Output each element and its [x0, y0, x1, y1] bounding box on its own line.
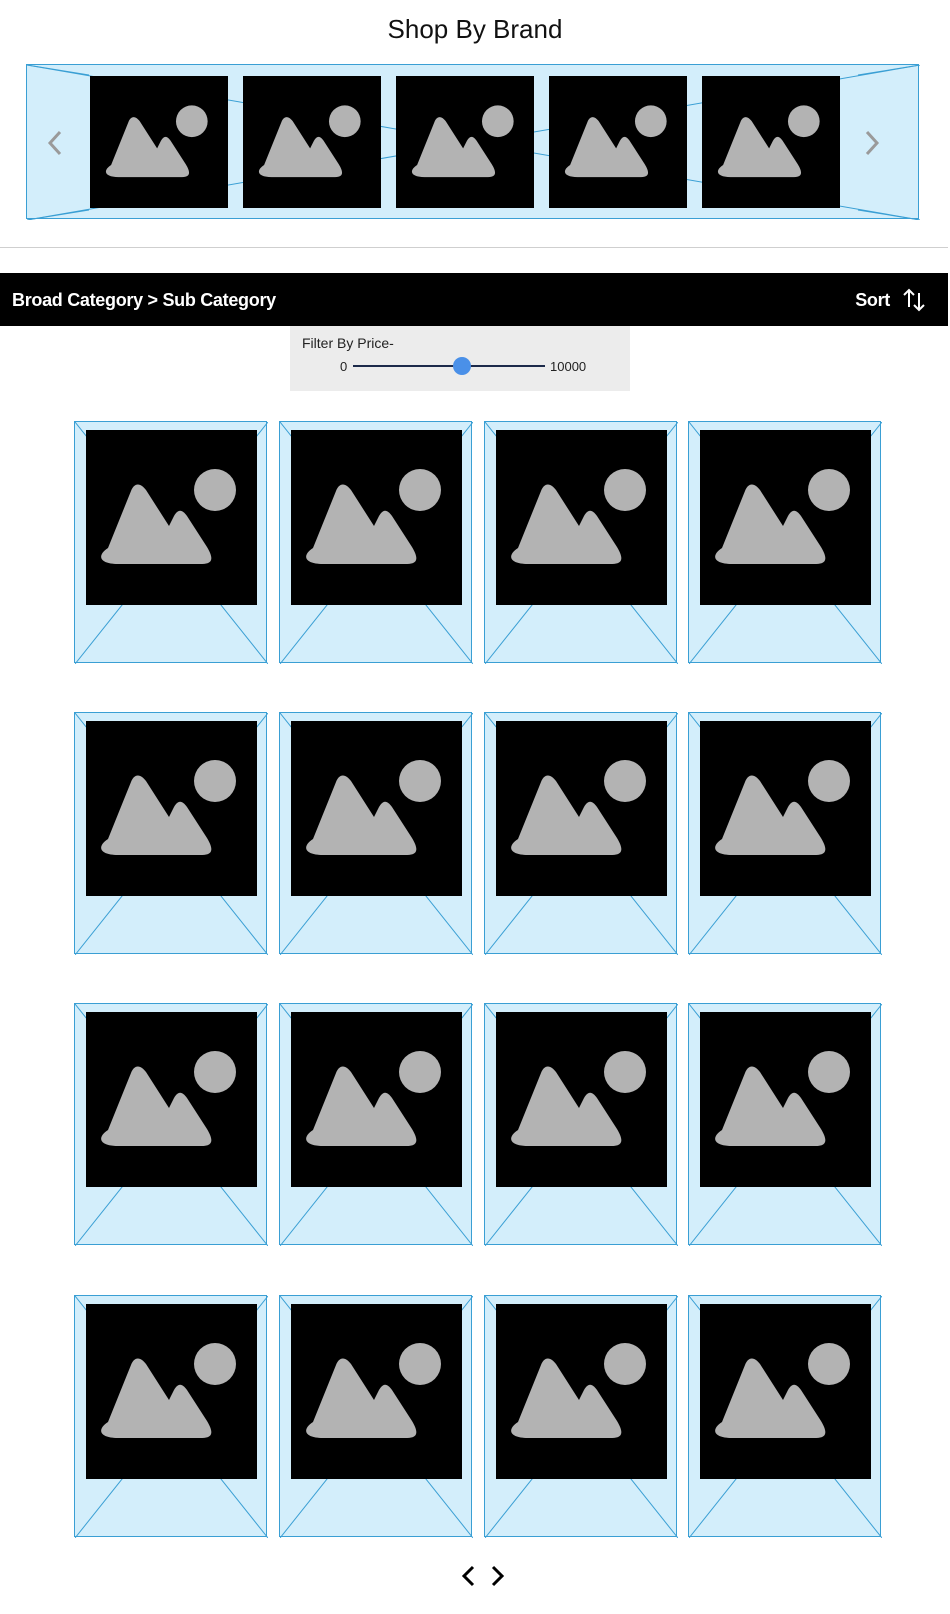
product-card[interactable] [484, 1295, 678, 1538]
sort-arrows-icon [903, 288, 925, 312]
product-image [86, 721, 257, 896]
product-card[interactable] [74, 1003, 268, 1246]
image-placeholder-icon [101, 469, 236, 564]
brand-carousel [26, 64, 920, 220]
product-image [291, 1304, 462, 1479]
product-card[interactable] [484, 421, 678, 664]
brand-logo[interactable] [90, 76, 228, 208]
image-placeholder-icon [511, 760, 646, 855]
product-image [86, 430, 257, 605]
image-placeholder-icon [715, 1343, 850, 1438]
image-placeholder-icon [511, 469, 646, 564]
price-slider-thumb[interactable] [453, 357, 472, 375]
product-image [291, 430, 462, 605]
product-card[interactable] [688, 712, 882, 955]
product-image [291, 721, 462, 896]
image-placeholder-icon [715, 1051, 850, 1146]
product-image [700, 721, 871, 896]
shop-by-brand-title: Shop By Brand [387, 14, 563, 44]
image-placeholder-icon [258, 105, 361, 178]
product-card[interactable] [484, 712, 678, 955]
product-image [496, 1304, 667, 1479]
product-image [700, 1304, 871, 1479]
product-card[interactable] [279, 1003, 473, 1246]
image-placeholder-icon [715, 760, 850, 855]
product-card[interactable] [688, 1295, 882, 1538]
brand-logo[interactable] [702, 76, 840, 208]
brand-carousel-prev-button[interactable] [41, 125, 71, 161]
product-card[interactable] [279, 1295, 473, 1538]
image-placeholder-icon [564, 105, 667, 178]
product-card[interactable] [484, 1003, 678, 1246]
pagination [458, 1563, 508, 1589]
image-placeholder-icon [101, 760, 236, 855]
product-image [291, 1012, 462, 1187]
brand-carousel-next-button[interactable] [856, 125, 886, 161]
image-placeholder-icon [717, 105, 820, 178]
pagination-next-button[interactable] [486, 1563, 508, 1589]
chevron-right-icon [491, 1565, 505, 1587]
product-card[interactable] [74, 1295, 268, 1538]
price-slider-track[interactable] [353, 365, 545, 367]
product-card[interactable] [688, 1003, 882, 1246]
filter-label: Filter By Price- [302, 335, 394, 351]
product-image [86, 1012, 257, 1187]
category-bar: Broad Category > Sub Category Sort [0, 273, 948, 326]
chevron-right-icon [865, 130, 880, 156]
chevron-left-icon [47, 130, 62, 156]
image-placeholder-icon [105, 105, 208, 178]
image-placeholder-icon [306, 1051, 441, 1146]
product-card[interactable] [279, 421, 473, 664]
product-image [700, 1012, 871, 1187]
image-placeholder-icon [511, 1343, 646, 1438]
product-image [86, 1304, 257, 1479]
price-max-label: 10000 [550, 359, 587, 374]
image-placeholder-icon [101, 1343, 236, 1438]
product-card[interactable] [688, 421, 882, 664]
product-image [496, 721, 667, 896]
chevron-left-icon [461, 1565, 475, 1587]
image-placeholder-icon [511, 1051, 646, 1146]
brand-logo[interactable] [243, 76, 381, 208]
image-placeholder-icon [306, 469, 441, 564]
image-placeholder-icon [715, 469, 850, 564]
brand-logo[interactable] [396, 76, 534, 208]
sort-button[interactable]: Sort [855, 287, 926, 313]
product-card[interactable] [74, 421, 268, 664]
sort-label: Sort [855, 289, 890, 310]
image-placeholder-icon [101, 1051, 236, 1146]
price-filter: Filter By Price- 0 10000 [290, 326, 630, 391]
pagination-prev-button[interactable] [458, 1563, 480, 1589]
product-card[interactable] [279, 712, 473, 955]
product-image [496, 430, 667, 605]
image-placeholder-icon [306, 1343, 441, 1438]
breadcrumb[interactable]: Broad Category > Sub Category [12, 290, 276, 311]
product-card[interactable] [74, 712, 268, 955]
brand-logo[interactable] [549, 76, 687, 208]
product-image [496, 1012, 667, 1187]
product-image [700, 430, 871, 605]
section-divider [0, 247, 948, 248]
price-min-label: 0 [340, 359, 348, 374]
image-placeholder-icon [306, 760, 441, 855]
image-placeholder-icon [411, 105, 514, 178]
